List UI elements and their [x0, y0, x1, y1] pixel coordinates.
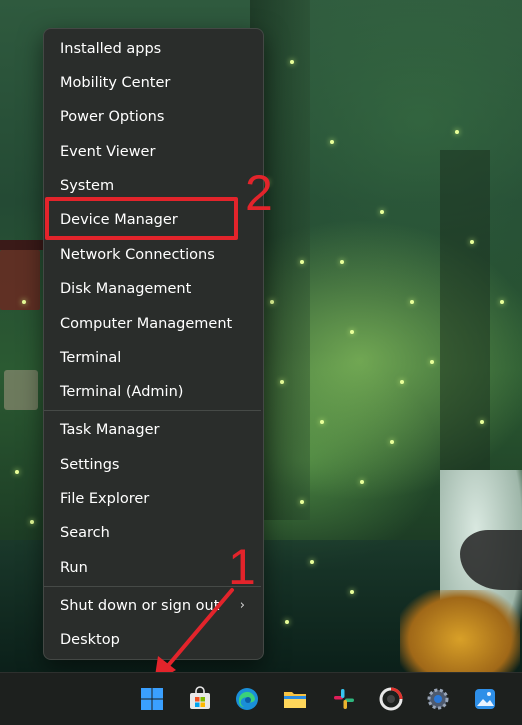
firefly-spark [15, 470, 19, 474]
slack-icon[interactable] [326, 681, 362, 717]
firefly-spark [285, 620, 289, 624]
menu-item-settings[interactable]: Settings [49, 449, 257, 481]
firefly-spark [390, 440, 394, 444]
menu-item-file-explorer[interactable]: File Explorer [49, 483, 257, 515]
taskbar [0, 672, 522, 725]
firefly-spark [350, 330, 354, 334]
microsoft-store-icon[interactable] [182, 681, 218, 717]
firefly-spark [340, 260, 344, 264]
menu-item-label: Disk Management [60, 281, 192, 297]
menu-item-label: File Explorer [60, 491, 150, 507]
firefly-spark [22, 300, 26, 304]
wallpaper-shrine [0, 250, 40, 310]
edge-browser-icon[interactable] [229, 681, 265, 717]
firefly-spark [455, 130, 459, 134]
firefly-spark [480, 420, 484, 424]
firefly-spark [290, 60, 294, 64]
menu-item-power-options[interactable]: Power Options [49, 101, 257, 133]
wallpaper-lantern [4, 370, 38, 410]
menu-item-mobility-center[interactable]: Mobility Center [49, 67, 257, 99]
menu-item-network-connections[interactable]: Network Connections [49, 239, 257, 271]
windows-start-icon[interactable] [134, 681, 170, 717]
menu-item-label: Computer Management [60, 316, 233, 332]
firefly-spark [30, 520, 34, 524]
menu-item-label: Terminal [60, 350, 122, 366]
wallpaper-tree [440, 150, 490, 500]
annotation-step-1: 1 [228, 539, 256, 595]
recorder-app-icon[interactable] [373, 681, 409, 717]
firefly-spark [470, 240, 474, 244]
wallpaper-leaves [400, 590, 520, 672]
firefly-spark [270, 300, 274, 304]
firefly-spark [300, 500, 304, 504]
firefly-spark [320, 420, 324, 424]
menu-item-computer-management[interactable]: Computer Management [49, 308, 257, 340]
menu-item-label: Desktop [60, 632, 120, 648]
firefly-spark [380, 210, 384, 214]
menu-separator [44, 410, 261, 411]
firefly-spark [350, 590, 354, 594]
firefly-spark [360, 480, 364, 484]
menu-item-search[interactable]: Search [49, 517, 257, 549]
menu-item-shut-down-or-sign-out[interactable]: Shut down or sign out › [49, 590, 257, 622]
firefly-spark [330, 140, 334, 144]
menu-item-event-viewer[interactable]: Event Viewer [49, 136, 257, 168]
menu-item-label: Network Connections [60, 247, 215, 263]
menu-item-label: Shut down or sign out [60, 598, 220, 614]
menu-item-installed-apps[interactable]: Installed apps [49, 33, 257, 65]
firefly-spark [410, 300, 414, 304]
menu-item-label: Search [60, 525, 110, 541]
menu-item-label: Installed apps [60, 41, 162, 57]
firefly-spark [500, 300, 504, 304]
menu-item-label: Task Manager [60, 422, 160, 438]
menu-item-disk-management[interactable]: Disk Management [49, 273, 257, 305]
menu-item-terminal-admin[interactable]: Terminal (Admin) [49, 376, 257, 408]
menu-item-task-manager[interactable]: Task Manager [49, 414, 257, 446]
menu-item-run[interactable]: Run [49, 552, 257, 584]
wallpaper-shrine-roof [0, 240, 46, 250]
firefly-spark [280, 380, 284, 384]
menu-item-label: Power Options [60, 109, 165, 125]
file-explorer-icon[interactable] [277, 681, 313, 717]
chevron-right-icon: › [239, 598, 245, 613]
menu-item-label: Settings [60, 457, 120, 473]
menu-item-label: Event Viewer [60, 144, 156, 160]
menu-item-desktop[interactable]: Desktop [49, 624, 257, 656]
menu-item-terminal[interactable]: Terminal [49, 342, 257, 374]
menu-item-label: Run [60, 560, 88, 576]
firefly-spark [300, 260, 304, 264]
settings-gear-icon[interactable] [420, 681, 456, 717]
photos-icon[interactable] [467, 681, 503, 717]
firefly-spark [400, 380, 404, 384]
annotation-step-2: 2 [245, 165, 273, 221]
menu-item-label: Terminal (Admin) [60, 384, 184, 400]
menu-item-label: Mobility Center [60, 75, 171, 91]
firefly-spark [430, 360, 434, 364]
annotation-highlight-box [45, 197, 238, 240]
menu-item-label: System [60, 178, 115, 194]
firefly-spark [310, 560, 314, 564]
